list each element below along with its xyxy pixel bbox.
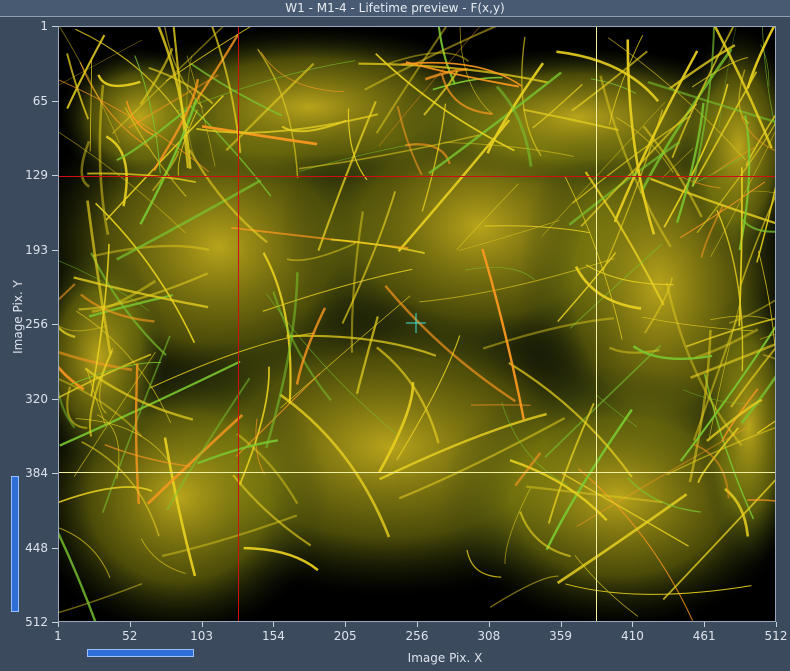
y-tick-label: 65 [32,93,48,108]
lifetime-image-plot[interactable] [58,26,776,622]
y-tick-mark [52,324,58,325]
x-tick-label: 103 [190,629,214,643]
x-tick-label: 1 [54,629,62,643]
x-tick-label: 205 [333,629,357,643]
vertical-scrollbar[interactable] [11,476,19,612]
y-tick-label: 448 [25,540,48,555]
crosshair-marker-icon[interactable] [404,311,428,335]
x-tick-mark [632,622,634,627]
x-tick-label: 461 [692,629,716,643]
y-axis-label: Image Pix. Y [11,280,25,354]
y-tick-mark [52,26,58,27]
y-tick-mark [52,473,58,474]
x-tick-label: 154 [261,629,285,643]
red-cursor-horizontal[interactable] [59,175,775,177]
x-tick-mark [201,622,203,627]
x-tick-label: 512 [764,629,788,643]
x-tick-label: 308 [477,629,501,643]
window-title: W1 - M1-4 - Lifetime preview - F(x,y) [0,0,790,17]
x-tick-label: 410 [620,629,644,643]
y-tick-mark [52,547,58,549]
x-tick-mark [58,622,59,627]
red-cursor-vertical[interactable] [238,27,240,621]
yellow-cursor-vertical[interactable] [595,27,597,621]
y-tick-label: 129 [25,168,48,182]
x-tick-mark [488,622,490,627]
yellow-cursor-horizontal[interactable] [59,472,775,474]
x-tick-mark [345,622,347,627]
y-tick-label: 512 [25,615,48,629]
y-tick-mark [52,175,58,176]
x-tick-mark [776,622,777,627]
x-tick-label: 52 [122,629,138,643]
x-tick-mark [704,622,706,627]
horizontal-scrollbar[interactable] [87,649,194,657]
x-tick-mark [560,622,562,627]
x-tick-label: 256 [405,629,429,643]
y-tick-label: 320 [25,391,48,406]
x-tick-mark [273,622,275,627]
x-tick-mark [129,622,131,627]
y-tick-label: 1 [40,19,48,33]
y-tick-mark [52,249,58,251]
y-tick-mark [52,398,58,400]
y-tick-mark [52,100,58,102]
x-axis-label: Image Pix. X [407,651,483,665]
x-tick-label: 359 [549,629,573,643]
x-tick-mark [417,622,418,627]
y-tick-label: 384 [25,466,48,480]
